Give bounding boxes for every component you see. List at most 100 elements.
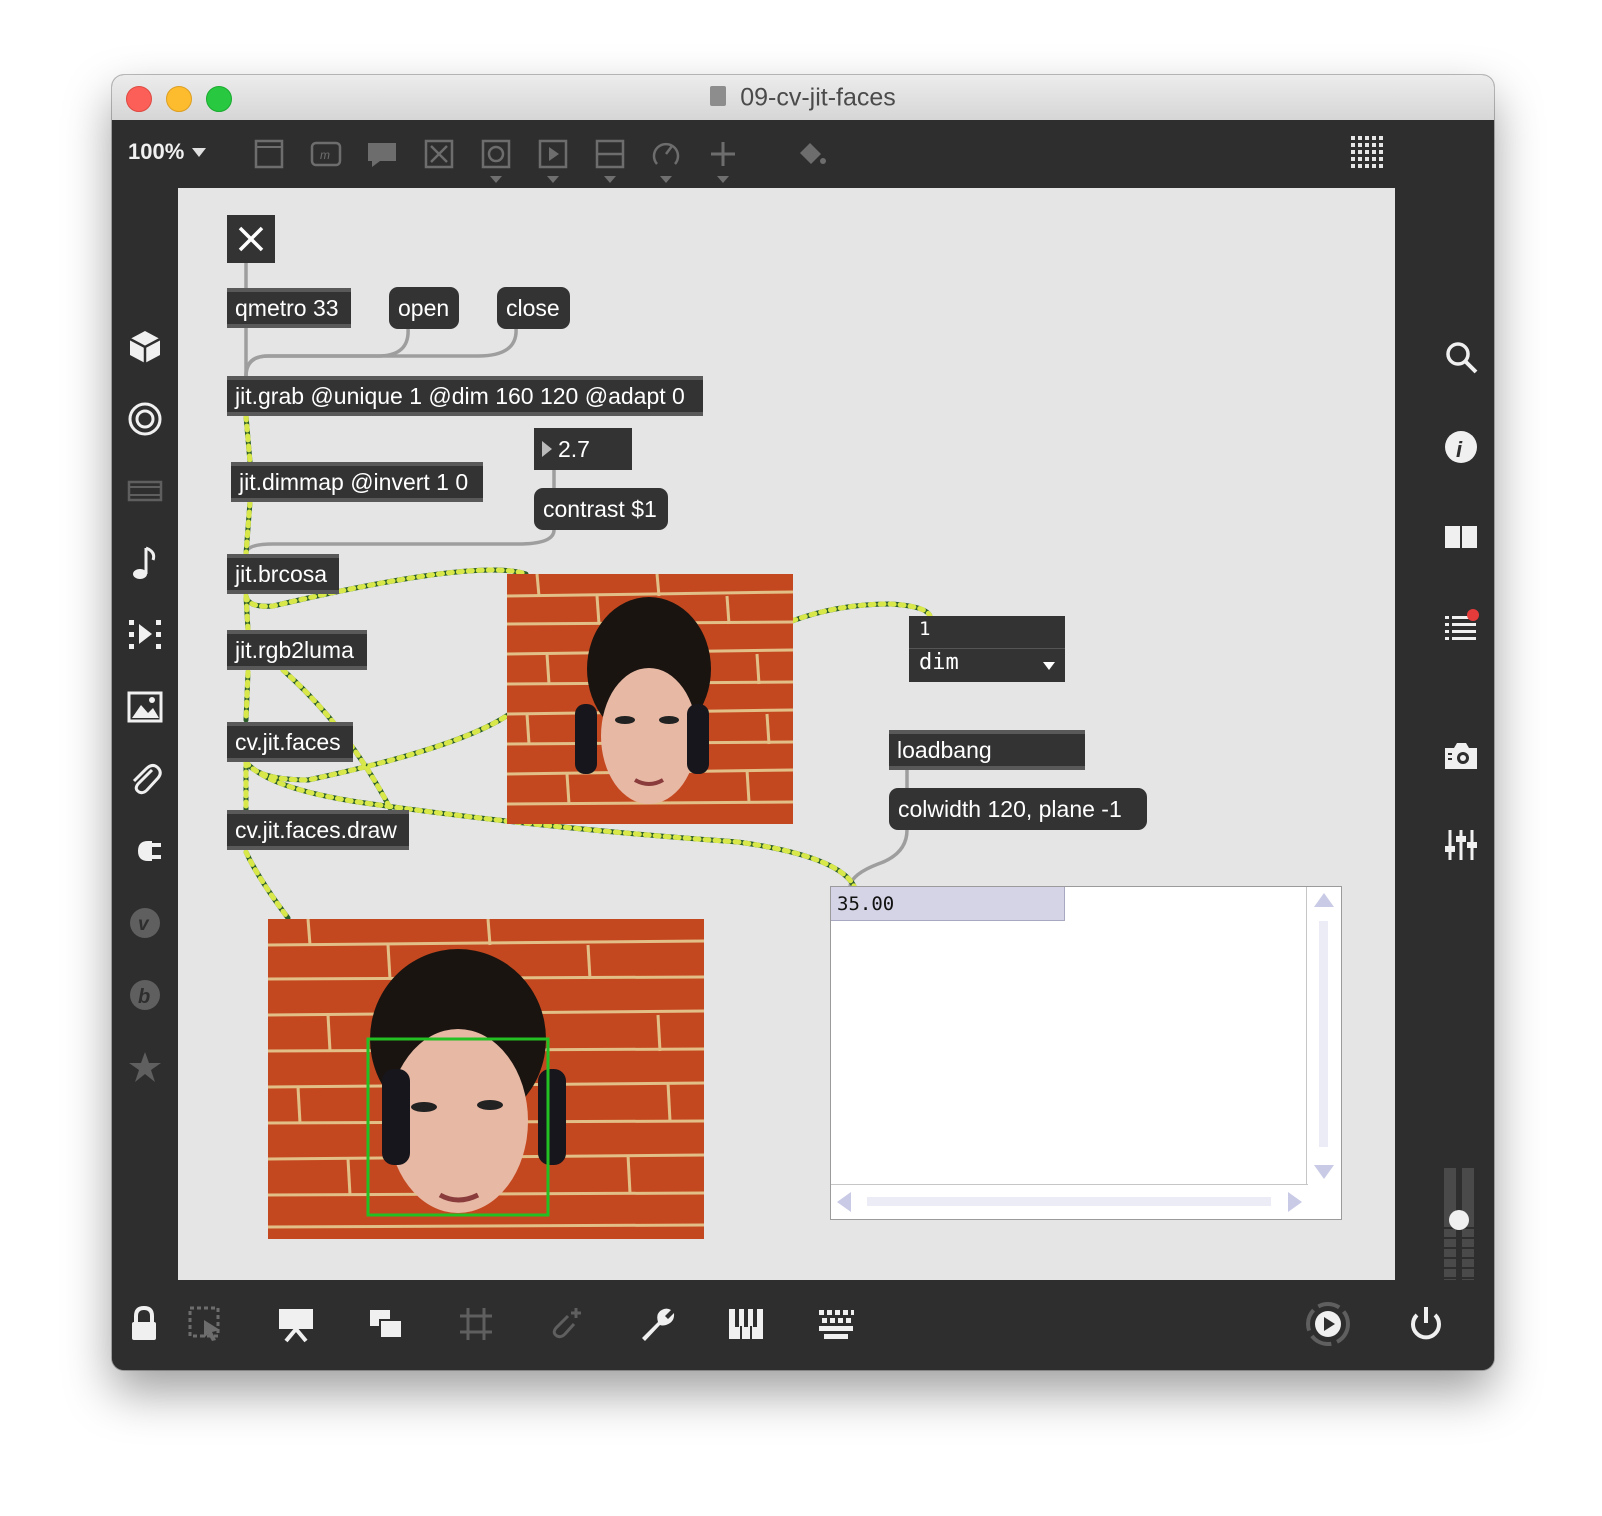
toggle-caret-icon[interactable] [490,176,502,183]
vst-icon[interactable]: v [126,904,164,942]
contrast-number-box[interactable]: 2.7 [534,428,632,470]
play-icon[interactable] [1304,1300,1352,1348]
horizontal-scrollbar[interactable] [831,1184,1308,1219]
grid-icon[interactable] [456,1304,496,1344]
select-icon[interactable] [186,1304,226,1344]
jit-brcosa-object[interactable]: jit.brcosa [227,554,339,594]
close-message-label: close [506,295,560,321]
attrui-value: 1 [919,618,931,640]
contrast-message[interactable]: contrast $1 [534,488,668,530]
attrui-attribute: dim [919,650,959,675]
patcher-grid-icon[interactable] [1349,134,1389,174]
toggle-x[interactable] [227,215,275,263]
attrui-dropdown-icon[interactable] [1043,662,1055,670]
message-box-icon[interactable]: m [309,137,343,171]
paint-bucket-icon[interactable] [794,137,828,171]
bpatcher-icon[interactable]: b [126,976,164,1014]
cube-icon[interactable] [126,328,164,366]
jit-dimmap-label: jit.dimmap @invert 1 0 [239,469,469,495]
zoom-level[interactable]: 100% [128,139,184,165]
qmetro-object[interactable]: qmetro 33 [227,288,351,328]
piano-icon[interactable] [726,1304,766,1344]
window-title-area: 09-cv-jit-faces [112,75,1494,120]
scroll-right-icon[interactable] [1288,1192,1302,1212]
cv-jit-faces-draw-label: cv.jit.faces.draw [235,817,397,843]
cv-jit-faces-draw-object[interactable]: cv.jit.faces.draw [227,810,409,850]
horizontal-scroll-track[interactable] [867,1197,1271,1206]
search-icon[interactable] [1442,338,1480,376]
music-note-icon[interactable] [126,544,164,582]
toggle-object-icon[interactable] [479,137,513,171]
open-message[interactable]: open [389,287,459,329]
jit-dimmap-object[interactable]: jit.dimmap @invert 1 0 [231,462,483,502]
slider-caret-icon[interactable] [604,176,616,183]
jit-pwindow-camera[interactable] [507,574,793,824]
add-caret-icon[interactable] [717,176,729,183]
patcher-canvas[interactable]: qmetro 33 open close jit.grab @unique 1 … [178,188,1395,1280]
svg-text:i: i [1456,437,1463,462]
jit-grab-object[interactable]: jit.grab @unique 1 @dim 160 120 @adapt 0 [227,376,703,416]
title-bar: 09-cv-jit-faces [112,75,1494,121]
zoom-dropdown-icon[interactable] [192,148,206,157]
loadbang-object[interactable]: loadbang [889,730,1085,770]
image-icon[interactable] [126,688,164,726]
dim-attrui[interactable]: 1 dim [909,616,1065,682]
document-icon [710,85,727,106]
button-object-icon[interactable] [422,137,456,171]
svg-text:b: b [138,986,150,1008]
add-object-icon[interactable] [706,137,740,171]
left-sidebar: v b [112,188,178,1280]
windows-icon[interactable] [366,1304,406,1344]
play-object-icon[interactable] [536,137,570,171]
dial-caret-icon[interactable] [660,176,672,183]
contrast-message-label: contrast $1 [543,496,657,522]
vertical-scroll-track[interactable] [1319,921,1328,1147]
colwidth-message-label: colwidth 120, plane -1 [898,796,1122,822]
wrench-icon[interactable] [636,1304,676,1344]
dial-object-icon[interactable] [649,137,683,171]
jit-pwindow-faces-draw[interactable] [268,919,704,1239]
video-icon[interactable] [126,616,164,654]
scroll-left-icon[interactable] [837,1192,851,1212]
colwidth-message[interactable]: colwidth 120, plane -1 [889,788,1147,830]
jit-rgb2luma-object[interactable]: jit.rgb2luma [227,630,367,670]
book-icon[interactable] [1442,518,1480,556]
jit-rgb2luma-label: jit.rgb2luma [235,637,354,663]
paperclip-add-icon[interactable] [546,1304,586,1344]
keyboard-icon[interactable] [816,1304,856,1344]
plug-icon[interactable] [126,832,164,870]
camera-icon[interactable] [1442,736,1480,774]
paperclip-icon[interactable] [126,760,164,798]
right-sidebar: i [1428,188,1494,1370]
star-icon[interactable] [126,1048,164,1086]
close-message[interactable]: close [497,287,570,329]
top-toolbar: 100% m [112,120,1494,188]
list-icon[interactable] [1442,608,1480,646]
jit-cellblock[interactable]: 35.00 [830,886,1342,1220]
max-patcher-window: 09-cv-jit-faces 100% m v b i qmetro 33 o… [112,75,1494,1370]
play-caret-icon[interactable] [547,176,559,183]
mixer-icon[interactable] [1442,826,1480,864]
cellblock-cell[interactable]: 35.00 [831,887,1065,921]
vertical-scrollbar[interactable] [1306,887,1341,1185]
number-triangle-icon [542,441,552,457]
svg-text:m: m [320,148,330,162]
window-title: 09-cv-jit-faces [740,83,896,112]
open-message-label: open [398,295,450,321]
cv-jit-faces-label: cv.jit.faces [235,729,341,755]
media-icon[interactable] [126,472,164,510]
presentation-icon[interactable] [276,1304,316,1344]
power-icon[interactable] [1406,1304,1446,1344]
scroll-up-icon[interactable] [1314,893,1334,907]
slider-object-icon[interactable] [593,137,627,171]
scroll-down-icon[interactable] [1314,1165,1334,1179]
info-icon[interactable]: i [1442,428,1480,466]
attrui-divider [909,648,1065,649]
cv-jit-faces-object[interactable]: cv.jit.faces [227,722,353,762]
lock-icon[interactable] [124,1304,164,1344]
target-icon[interactable] [126,400,164,438]
comment-icon[interactable] [365,137,399,171]
bottom-toolbar [112,1280,1494,1370]
object-box-icon[interactable] [252,137,286,171]
loadbang-label: loadbang [897,737,992,763]
